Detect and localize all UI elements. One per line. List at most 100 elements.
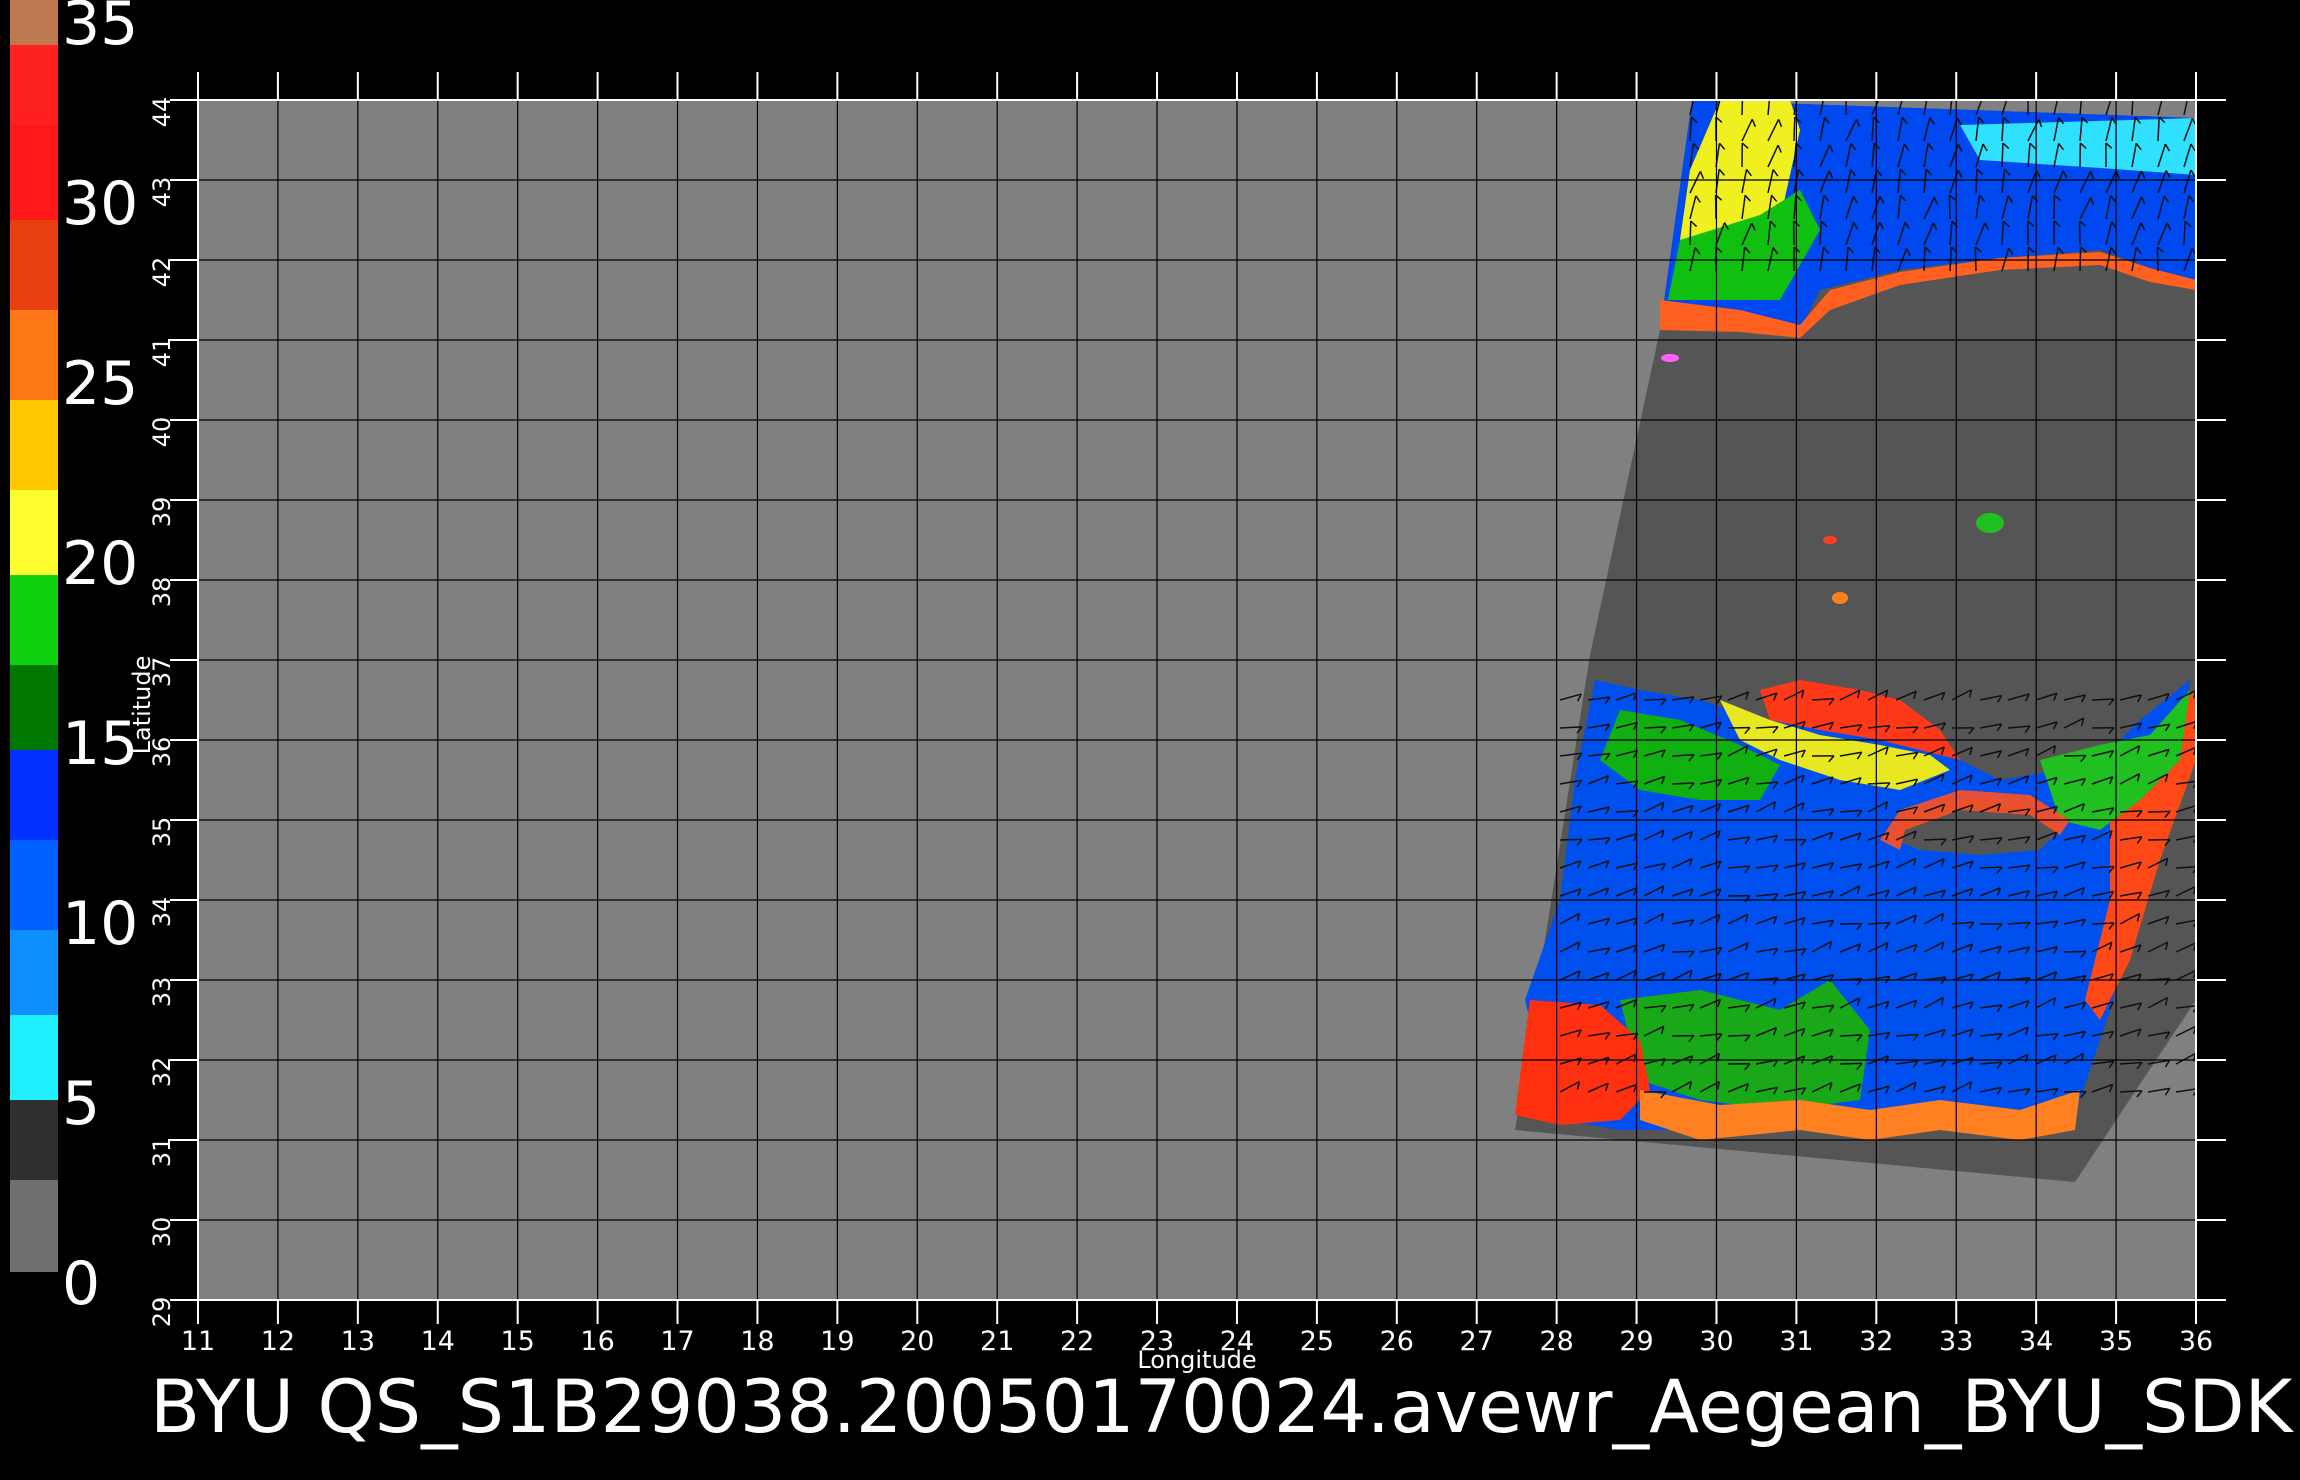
x-tick-label: 17 xyxy=(660,1326,694,1357)
wind-barb-flag xyxy=(1846,91,1852,96)
y-tick-label: 30 xyxy=(148,1217,176,1248)
x-tick-label: 34 xyxy=(2019,1326,2053,1357)
y-tick-label: 40 xyxy=(148,417,176,448)
y-tick-label: 35 xyxy=(148,817,176,848)
x-tick-label: 31 xyxy=(1779,1326,1813,1357)
x-tick-label: 28 xyxy=(1539,1326,1573,1357)
x-tick-label: 19 xyxy=(820,1326,854,1357)
island-feature xyxy=(1832,592,1848,604)
x-tick-label: 16 xyxy=(580,1326,614,1357)
island-feature xyxy=(1661,354,1679,362)
island-feature xyxy=(1976,513,2004,533)
wind-barb xyxy=(1643,726,1667,729)
colorbar-label: 35 xyxy=(62,0,138,59)
wind-barb xyxy=(2147,810,2171,813)
x-tick-label: 35 xyxy=(2099,1326,2133,1357)
colorbar-label: 10 xyxy=(62,889,138,959)
colorbar-label: 15 xyxy=(62,709,138,779)
y-tick-label: 44 xyxy=(148,97,176,128)
wind-barb xyxy=(1974,246,1977,272)
wind-barb xyxy=(1948,194,1951,220)
wind-barb-flag xyxy=(2059,92,2064,99)
wind-barb xyxy=(2156,246,2159,272)
wind-barb xyxy=(2063,1090,2087,1093)
wind-barb xyxy=(2079,246,2082,272)
y-axis-label: Latitude xyxy=(128,656,156,755)
x-tick-label: 14 xyxy=(421,1326,455,1357)
wind-barb xyxy=(2063,950,2087,953)
y-tick-label: 33 xyxy=(148,977,176,1008)
island-feature xyxy=(1823,536,1837,544)
colorbar-label: 25 xyxy=(62,349,138,419)
wind-barb xyxy=(1671,782,1695,785)
y-tick-label: 34 xyxy=(148,897,176,928)
wind-barb xyxy=(1727,1034,1751,1037)
x-tick-label: 12 xyxy=(261,1326,295,1357)
colorbar-labels: 0 5 10 15 20 25 30 35 xyxy=(62,0,138,1319)
x-tick-label: 21 xyxy=(980,1326,1014,1357)
x-tick-label: 22 xyxy=(1060,1326,1094,1357)
x-tick-label: 29 xyxy=(1619,1326,1653,1357)
colorbar: 0 5 10 15 20 25 30 35 xyxy=(10,0,138,1319)
wind-barb-flag xyxy=(1770,91,1775,97)
wind-barb xyxy=(1689,220,1692,246)
y-tick-label: 32 xyxy=(148,1057,176,1088)
wind-barb-flag xyxy=(1928,91,1933,97)
y-tick-label: 42 xyxy=(148,257,176,288)
colorbar-label: 20 xyxy=(62,529,138,599)
y-tick-label: 39 xyxy=(148,497,176,528)
x-tick-label: 11 xyxy=(181,1326,215,1357)
wind-map-figure: 05101520253035 11 12 13 14 15 16 17 18 1… xyxy=(10,0,2226,1374)
colorbar-label: 5 xyxy=(62,1069,100,1139)
wind-barb xyxy=(2091,922,2115,925)
y-tick-label: 31 xyxy=(148,1137,176,1168)
wind-barb-flag xyxy=(1743,91,1749,96)
wind-barb xyxy=(1923,246,1926,272)
y-tick-label: 41 xyxy=(148,337,176,368)
wind-barb xyxy=(1741,100,1744,116)
wind-barb xyxy=(1975,168,1978,194)
wind-barb xyxy=(2035,866,2059,869)
colorbar-label: 0 xyxy=(62,1249,100,1319)
wind-barb-flag xyxy=(1904,92,1908,99)
figure-root: 0 5 10 15 20 25 30 35 11 12 13 14 15 16 … xyxy=(0,0,2300,1480)
wind-barb-flag xyxy=(2133,91,2139,97)
x-tick-label: 20 xyxy=(900,1326,934,1357)
wind-barb-flag xyxy=(1984,93,1988,100)
wind-barb xyxy=(1923,838,1947,841)
wind-barb xyxy=(1839,1034,1863,1037)
x-tick-label: 15 xyxy=(501,1326,535,1357)
wind-barb xyxy=(1643,698,1667,701)
x-tick-label: 18 xyxy=(740,1326,774,1357)
y-tick-label: 43 xyxy=(148,177,176,208)
wind-barb xyxy=(1559,838,1583,841)
colorbar-label: 30 xyxy=(62,169,138,239)
wind-barb-flag xyxy=(1695,92,1700,98)
wind-barb-flag xyxy=(1799,91,1804,97)
wind-barb-flag xyxy=(2189,92,2194,98)
wind-barb xyxy=(2091,698,2115,701)
wind-barb-flag xyxy=(2028,91,2034,96)
wind-barb xyxy=(1839,1062,1863,1065)
x-tick-label: 30 xyxy=(1699,1326,1733,1357)
wind-barb-flag xyxy=(2082,91,2087,97)
x-tick-label: 25 xyxy=(1300,1326,1334,1357)
y-tick-label: 38 xyxy=(148,577,176,608)
wind-barb xyxy=(1979,866,2003,869)
x-tick-label: 32 xyxy=(1859,1326,1893,1357)
wind-barb xyxy=(1895,726,1919,729)
x-tick-label: 27 xyxy=(1460,1326,1494,1357)
wind-barb xyxy=(1793,116,1796,142)
wind-barb-flag xyxy=(1722,92,1726,99)
wind-barb xyxy=(2001,142,2004,168)
x-tick-label: 26 xyxy=(1380,1326,1414,1357)
wind-barb xyxy=(1671,950,1695,953)
wind-barb-flag xyxy=(2009,92,2013,99)
x-tick-label: 36 xyxy=(2179,1326,2213,1357)
y-tick-label: 29 xyxy=(148,1297,176,1328)
image-caption: BYU QS_S1B29038.20050170024.avewr_Aegean… xyxy=(150,1365,2293,1450)
wind-barb-flag xyxy=(1825,92,1830,99)
x-tick-label: 13 xyxy=(341,1326,375,1357)
wind-barb xyxy=(2183,220,2186,246)
wind-barb-flag xyxy=(2164,92,2168,99)
